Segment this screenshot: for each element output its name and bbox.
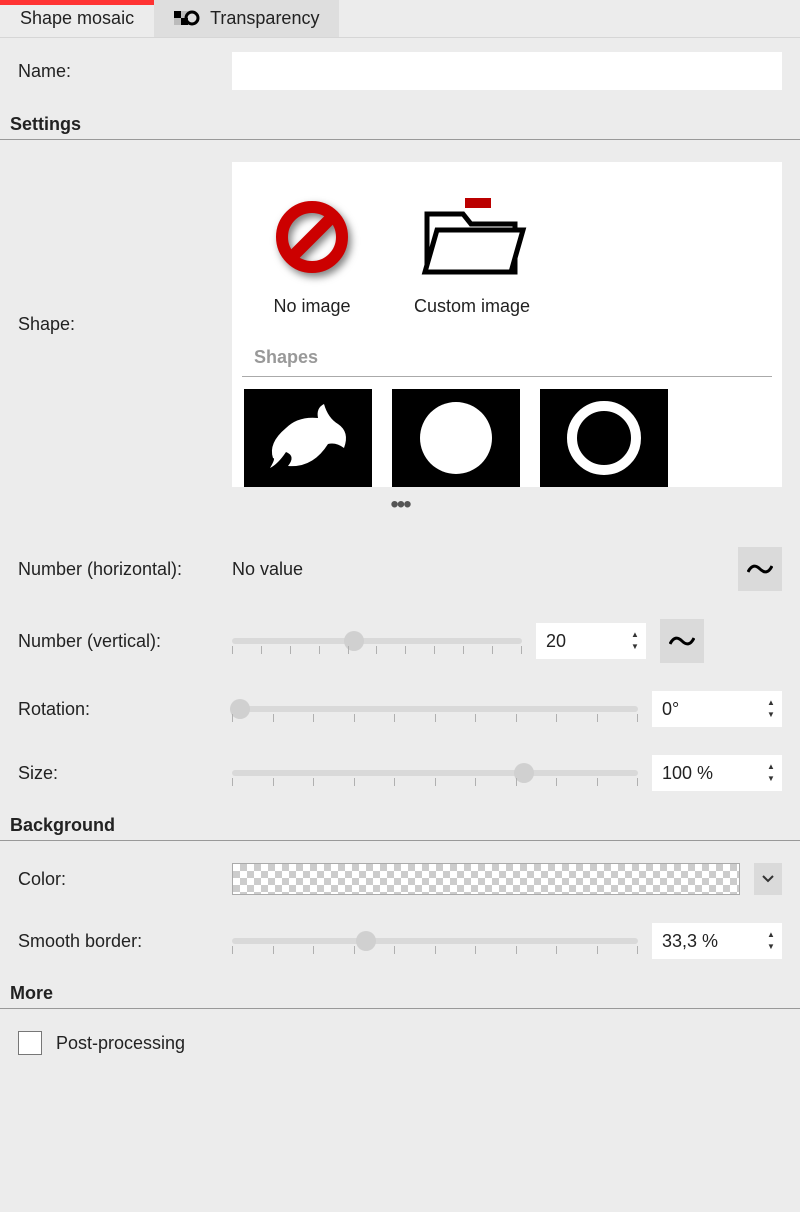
smooth-border-input[interactable]: 33,3 % ▲ ▼ <box>652 923 782 959</box>
spin-down-icon[interactable]: ▼ <box>764 774 778 784</box>
spin-up-icon[interactable]: ▲ <box>628 630 642 640</box>
shape-option-label: Custom image <box>414 296 530 317</box>
post-processing-label: Post-processing <box>56 1033 185 1054</box>
number-vertical-slider[interactable] <box>232 624 522 658</box>
transparency-icon <box>174 9 202 29</box>
name-label: Name: <box>18 61 218 82</box>
circle-filled-icon <box>406 398 506 478</box>
rotation-label: Rotation: <box>18 699 218 720</box>
number-vertical-input[interactable]: 20 ▲ ▼ <box>536 623 646 659</box>
section-settings: Settings <box>0 104 800 140</box>
tilde-icon <box>747 562 773 576</box>
post-processing-checkbox[interactable] <box>18 1031 42 1055</box>
rotation-slider[interactable] <box>232 692 638 726</box>
rotation-input[interactable]: 0° ▲ ▼ <box>652 691 782 727</box>
variation-toggle-vertical[interactable] <box>660 619 704 663</box>
section-more: More <box>0 973 800 1009</box>
spin-down-icon[interactable]: ▼ <box>764 942 778 952</box>
shapes-header: Shapes <box>242 347 772 377</box>
variation-toggle-horizontal[interactable] <box>738 547 782 591</box>
size-label: Size: <box>18 763 218 784</box>
shape-option-no-image[interactable]: No image <box>252 192 372 317</box>
spin-down-icon[interactable]: ▼ <box>764 710 778 720</box>
shape-tile-circle-outline[interactable] <box>540 389 668 487</box>
color-label: Color: <box>18 869 218 890</box>
dolphin-icon <box>258 398 358 478</box>
spin-up-icon[interactable]: ▲ <box>764 930 778 940</box>
shape-label: Shape: <box>18 314 218 335</box>
size-slider[interactable] <box>232 756 638 790</box>
smooth-border-slider[interactable] <box>232 924 638 958</box>
section-background: Background <box>0 805 800 841</box>
no-image-icon <box>274 199 350 275</box>
spin-up-icon[interactable]: ▲ <box>764 698 778 708</box>
tab-shape-mosaic[interactable]: Shape mosaic <box>0 0 154 37</box>
spin-down-icon[interactable]: ▼ <box>628 642 642 652</box>
chevron-down-icon <box>762 875 774 883</box>
folder-open-icon <box>417 192 527 282</box>
tab-label: Transparency <box>210 8 319 29</box>
more-dots-icon[interactable]: ••• <box>0 487 800 523</box>
tilde-icon <box>669 634 695 648</box>
tab-transparency[interactable]: Transparency <box>154 0 339 37</box>
shape-option-label: No image <box>273 296 350 317</box>
color-swatch[interactable] <box>232 863 740 895</box>
number-vertical-label: Number (vertical): <box>18 631 218 652</box>
tab-label: Shape mosaic <box>20 8 134 29</box>
shape-tile-circle-filled[interactable] <box>392 389 520 487</box>
smooth-border-label: Smooth border: <box>18 931 218 952</box>
name-input[interactable] <box>232 52 782 90</box>
shape-tile-dolphin[interactable] <box>244 389 372 487</box>
circle-outline-icon <box>554 398 654 478</box>
color-dropdown[interactable] <box>754 863 782 895</box>
spin-up-icon[interactable]: ▲ <box>764 762 778 772</box>
size-input[interactable]: 100 % ▲ ▼ <box>652 755 782 791</box>
number-horizontal-label: Number (horizontal): <box>18 559 218 580</box>
number-horizontal-value: No value <box>232 559 724 580</box>
shape-option-custom-image[interactable]: Custom image <box>412 192 532 317</box>
